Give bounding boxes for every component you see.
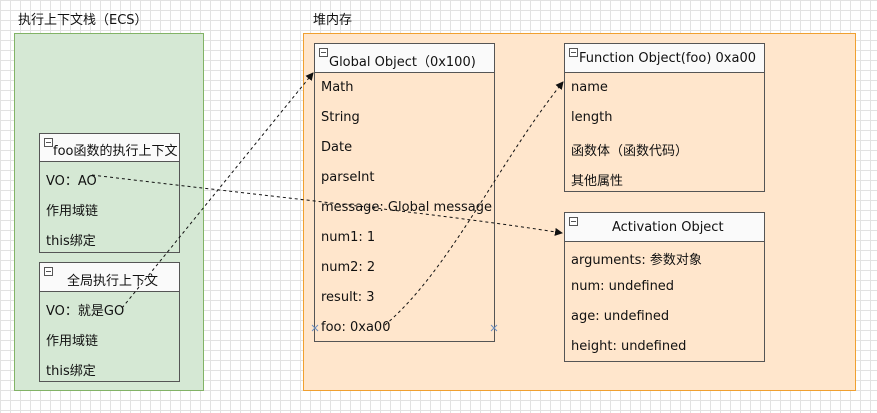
connector-overlay xyxy=(91,72,564,332)
ao-pointer-arrow[interactable] xyxy=(91,174,563,236)
selection-marker-right[interactable] xyxy=(490,324,498,332)
selection-marker-left[interactable] xyxy=(311,324,319,332)
foo-reference-arrow[interactable] xyxy=(384,81,564,326)
go-pointer-arrow[interactable] xyxy=(121,72,314,309)
